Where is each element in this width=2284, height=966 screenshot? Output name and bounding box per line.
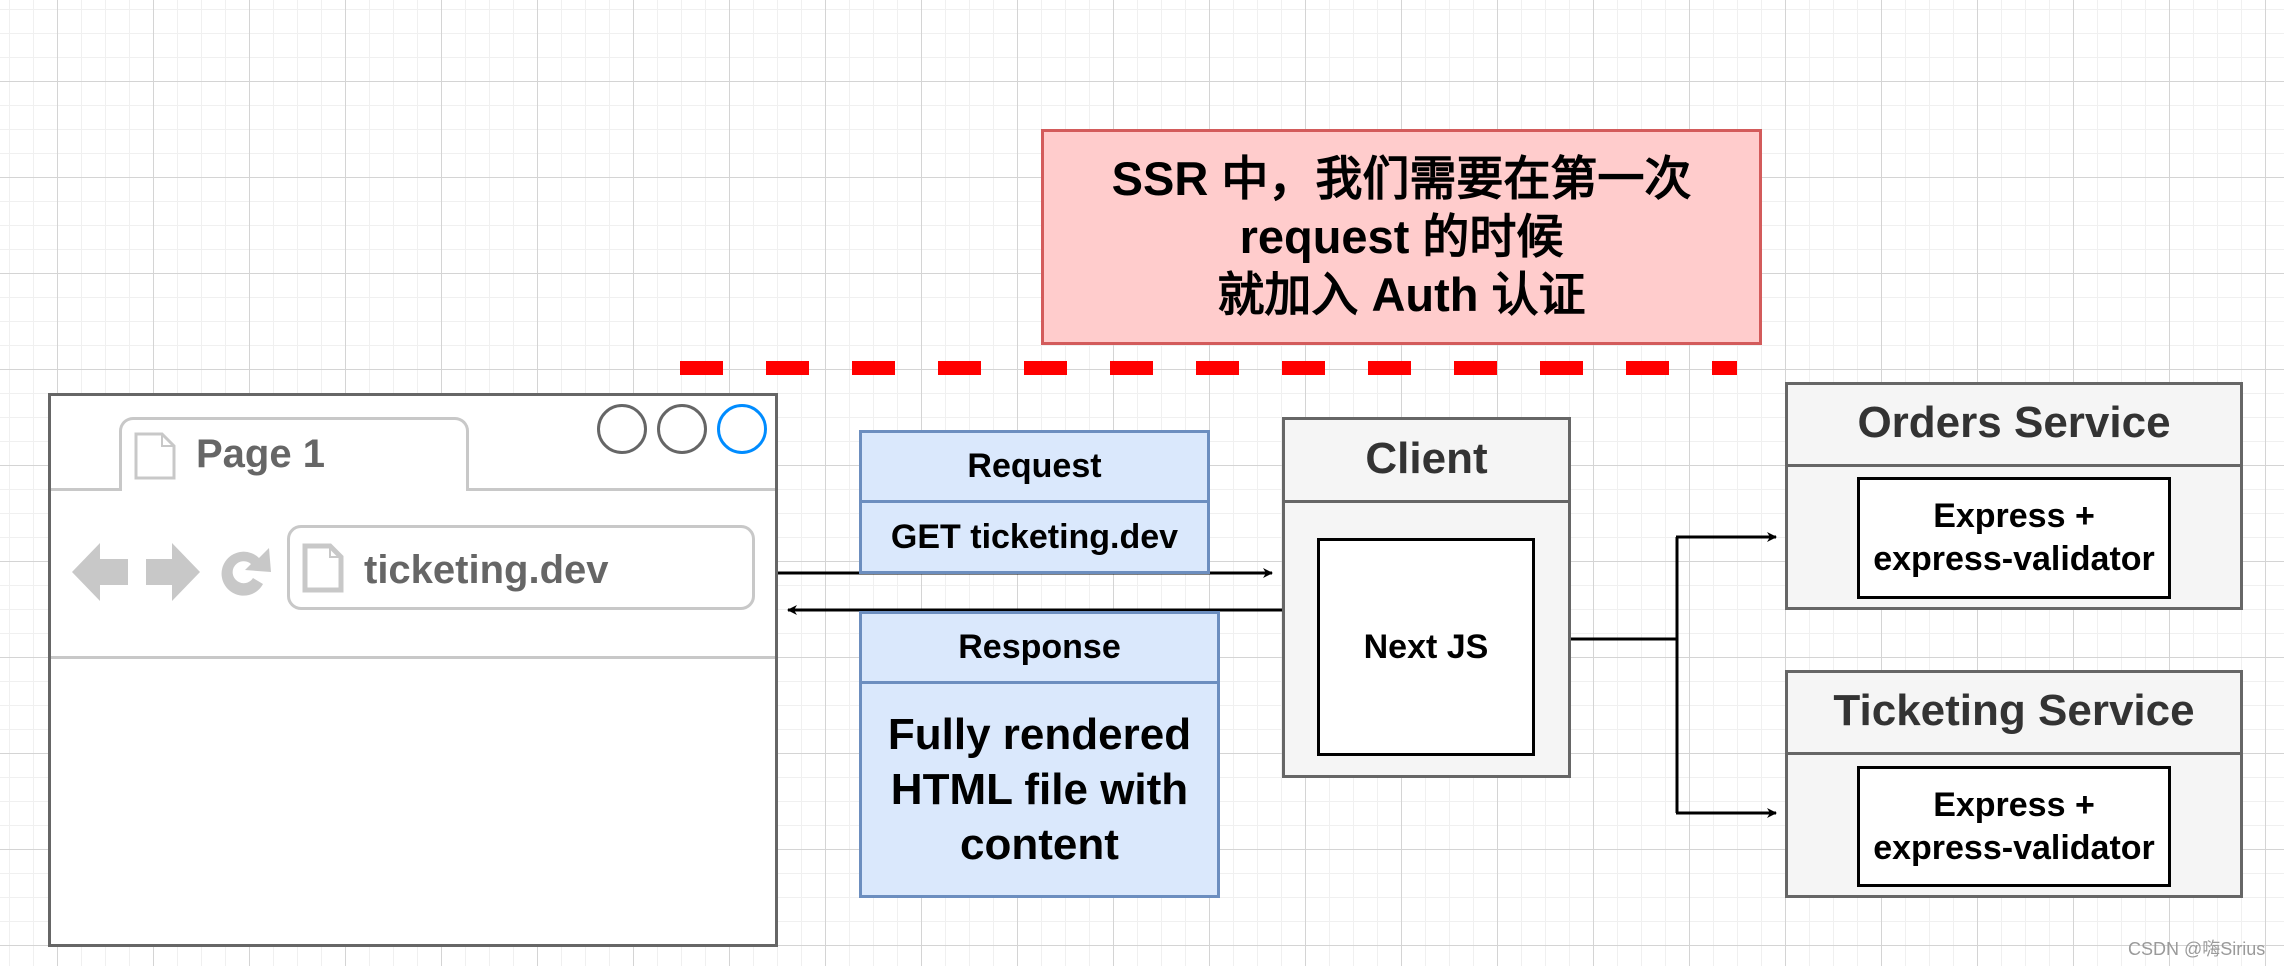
auth-note-line: 就加入 Auth 认证	[1217, 268, 1586, 321]
orders-service-inner: Express + express-validator	[1857, 477, 2171, 599]
watermark: CSDN @嗨Sirius	[2128, 939, 2266, 959]
auth-note-line: request 的时候	[1239, 210, 1564, 263]
orders-inner-line: Express +	[1933, 497, 2095, 535]
back-arrow-icon[interactable]	[72, 543, 128, 601]
auth-note: SSR 中，我们需要在第一次 request 的时候 就加入 Auth 认证	[1041, 129, 1762, 345]
ticketing-service-inner: Express + express-validator	[1857, 766, 2171, 887]
refresh-icon[interactable]	[219, 544, 273, 600]
auth-note-line: SSR 中，我们需要在第一次	[1111, 152, 1692, 205]
address-text[interactable]: ticketing.dev	[364, 546, 609, 594]
browser-toolbar-divider	[51, 656, 775, 659]
ticketing-service-title: Ticketing Service	[1785, 670, 2243, 755]
window-control-circle-active[interactable]	[717, 404, 767, 454]
ticketing-inner-line: Express +	[1933, 785, 2095, 824]
tab-bar-line	[51, 488, 120, 491]
orders-inner-line: express-validator	[1873, 540, 2155, 578]
tab-bar-line	[467, 488, 775, 491]
nextjs-box: Next JS	[1317, 538, 1535, 756]
request-title: Request	[859, 430, 1210, 503]
window-control-circle[interactable]	[657, 404, 707, 454]
ticketing-inner-line: express-validator	[1873, 828, 2155, 867]
page-icon	[302, 543, 344, 593]
forward-arrow-icon[interactable]	[146, 543, 200, 601]
response-body-line: Fully rendered	[887, 710, 1192, 759]
window-control-circle[interactable]	[597, 404, 647, 454]
response-title: Response	[859, 611, 1220, 684]
tab-label: Page 1	[196, 432, 325, 476]
page-icon	[134, 432, 176, 480]
response-body-line: HTML file with	[890, 765, 1189, 814]
client-title: Client	[1282, 417, 1571, 503]
response-body: Fully rendered HTML file with content	[859, 681, 1220, 898]
request-body: GET ticketing.dev	[859, 500, 1210, 574]
response-body-line: content	[960, 820, 1119, 869]
orders-service-title: Orders Service	[1785, 382, 2243, 467]
